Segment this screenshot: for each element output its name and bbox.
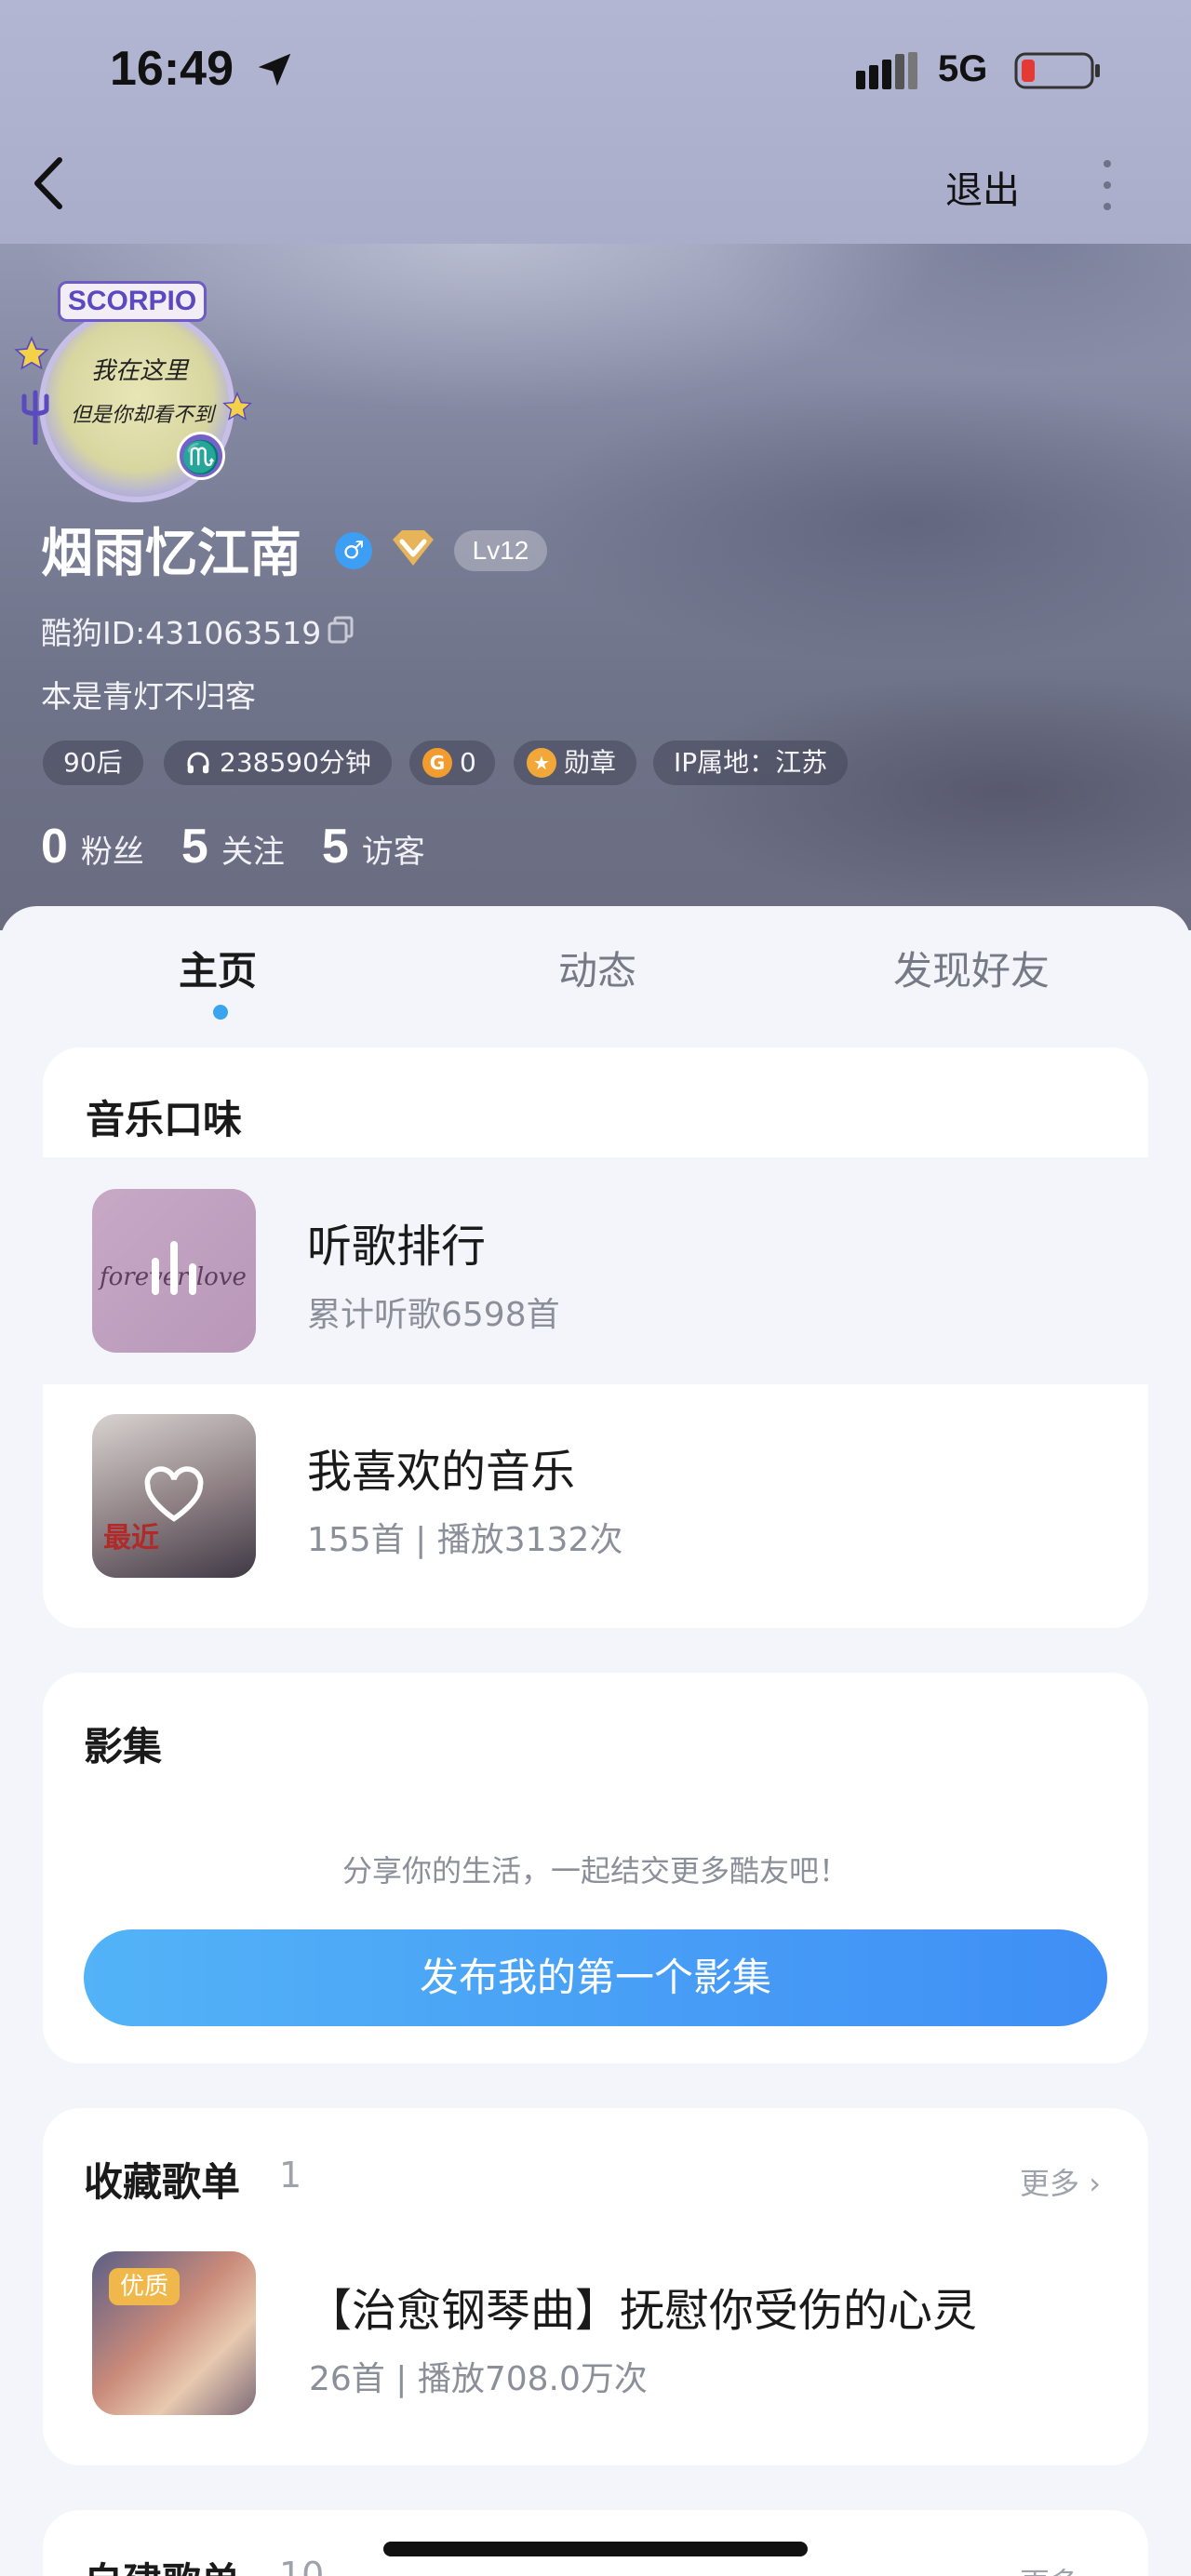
playlist-thumbnail: 优质 <box>92 2251 256 2415</box>
headphones-icon <box>187 752 209 774</box>
active-tab-indicator <box>213 1005 228 1020</box>
album-empty-hint: 分享你的生活，一起结交更多酷友吧！ <box>341 1853 849 1889</box>
playlist-subtitle: 26首 | 播放708.0万次 <box>309 2360 648 2398</box>
male-gender-icon: ♂ <box>335 532 372 569</box>
more-label: 更多 <box>1020 2166 1080 2201</box>
stat-label: 访客 <box>361 834 425 871</box>
coin-icon: G <box>422 748 452 778</box>
collected-playlists-count: 1 <box>279 2155 302 2196</box>
chevron-right-icon: › <box>1089 2566 1101 2576</box>
tag-label: 0 <box>460 747 476 778</box>
star-icon <box>14 336 49 370</box>
avatar-handwriting-1: 我在这里 <box>91 357 189 385</box>
username: 烟雨忆江南 <box>41 524 301 584</box>
vip-diamond-icon[interactable] <box>389 527 437 569</box>
publish-album-button[interactable]: 发布我的第一个影集 <box>84 1929 1107 2026</box>
playlist-title: 【治愈钢琴曲】抚慰你受伤的心灵 <box>307 2285 978 2337</box>
medal-tag[interactable]: ★ 勋章 <box>514 741 637 785</box>
location-arrow-icon <box>258 53 291 87</box>
row-title: 听歌排行 <box>307 1221 487 1273</box>
signature: 本是青灯不归客 <box>41 678 256 714</box>
row-subtitle: 155首 | 播放3132次 <box>307 1521 623 1559</box>
own-playlists-count: 10 <box>279 2555 325 2576</box>
battery-icon <box>1014 52 1100 89</box>
ip-location-tag: IP属地：江苏 <box>653 741 849 785</box>
collected-playlists-title: 收藏歌单 <box>84 2159 241 2205</box>
row-subtitle: 累计听歌6598首 <box>307 1296 560 1334</box>
favorite-music-thumbnail: 最近 <box>92 1414 256 1578</box>
stat-value: 5 <box>181 820 208 874</box>
followers-stat[interactable]: 0 粉丝 <box>41 819 144 874</box>
stat-value: 0 <box>41 820 68 874</box>
tab-home[interactable]: 主页 <box>179 940 257 996</box>
chevron-right-icon: › <box>1089 2166 1101 2201</box>
stat-label: 粉丝 <box>80 834 144 871</box>
album-title: 影集 <box>84 1724 163 1769</box>
own-playlists-title: 自建歌单 <box>84 2551 240 2576</box>
music-taste-title: 音乐口味 <box>86 1097 243 1142</box>
equalizer-icon <box>152 1241 196 1295</box>
star-icon <box>222 392 252 420</box>
back-arrow-icon[interactable] <box>26 153 73 214</box>
user-id: 酷狗ID:431063519 <box>41 615 322 651</box>
coin-tag[interactable]: G 0 <box>409 741 495 785</box>
age-tag[interactable]: 90后 <box>43 741 143 785</box>
tab-moments[interactable]: 动态 <box>558 940 636 996</box>
avatar[interactable]: SCORPIO 我在这里 但是你却看不到 ♏ <box>13 270 257 502</box>
tag-label: 90后 <box>63 747 123 778</box>
more-label: 更多 <box>1020 2566 1079 2576</box>
tag-label: 238590分钟 <box>220 747 371 778</box>
zodiac-icon: ♏ <box>177 432 225 480</box>
stat-label: 关注 <box>221 834 285 871</box>
level-badge[interactable]: Lv12 <box>454 530 547 571</box>
own-more-link[interactable]: 更多 › <box>1020 2560 1101 2576</box>
stat-value: 5 <box>321 820 349 874</box>
row-title: 我喜欢的音乐 <box>307 1446 576 1498</box>
status-time: 16:49 <box>110 42 234 96</box>
collected-more-link[interactable]: 更多 › <box>1020 2160 1101 2203</box>
copy-icon[interactable] <box>328 616 354 644</box>
more-menu-icon[interactable] <box>1094 154 1120 216</box>
avatar-handwriting-2: 但是你却看不到 <box>71 404 215 427</box>
tag-label: 勋章 <box>564 747 617 778</box>
home-indicator <box>383 2542 808 2556</box>
logout-button[interactable]: 退出 <box>945 160 1020 214</box>
quality-badge: 优质 <box>109 2268 181 2305</box>
heart-icon <box>144 1466 204 1522</box>
tab-discover-friends[interactable]: 发现好友 <box>893 940 1050 996</box>
listening-rank-thumbnail: forever love <box>92 1189 256 1353</box>
trident-icon <box>21 390 49 445</box>
signal-icon <box>856 52 917 89</box>
profile-stats: 0 粉丝 5 关注 5 访客 <box>41 819 425 874</box>
network-label: 5G <box>938 48 988 89</box>
listen-time-tag[interactable]: 238590分钟 <box>164 741 392 785</box>
tag-label: IP属地：江苏 <box>674 747 828 778</box>
visitors-stat[interactable]: 5 访客 <box>322 819 425 874</box>
following-stat[interactable]: 5 关注 <box>181 819 285 874</box>
avatar-frame-badge: SCORPIO <box>58 281 207 322</box>
medal-icon: ★ <box>527 748 556 778</box>
